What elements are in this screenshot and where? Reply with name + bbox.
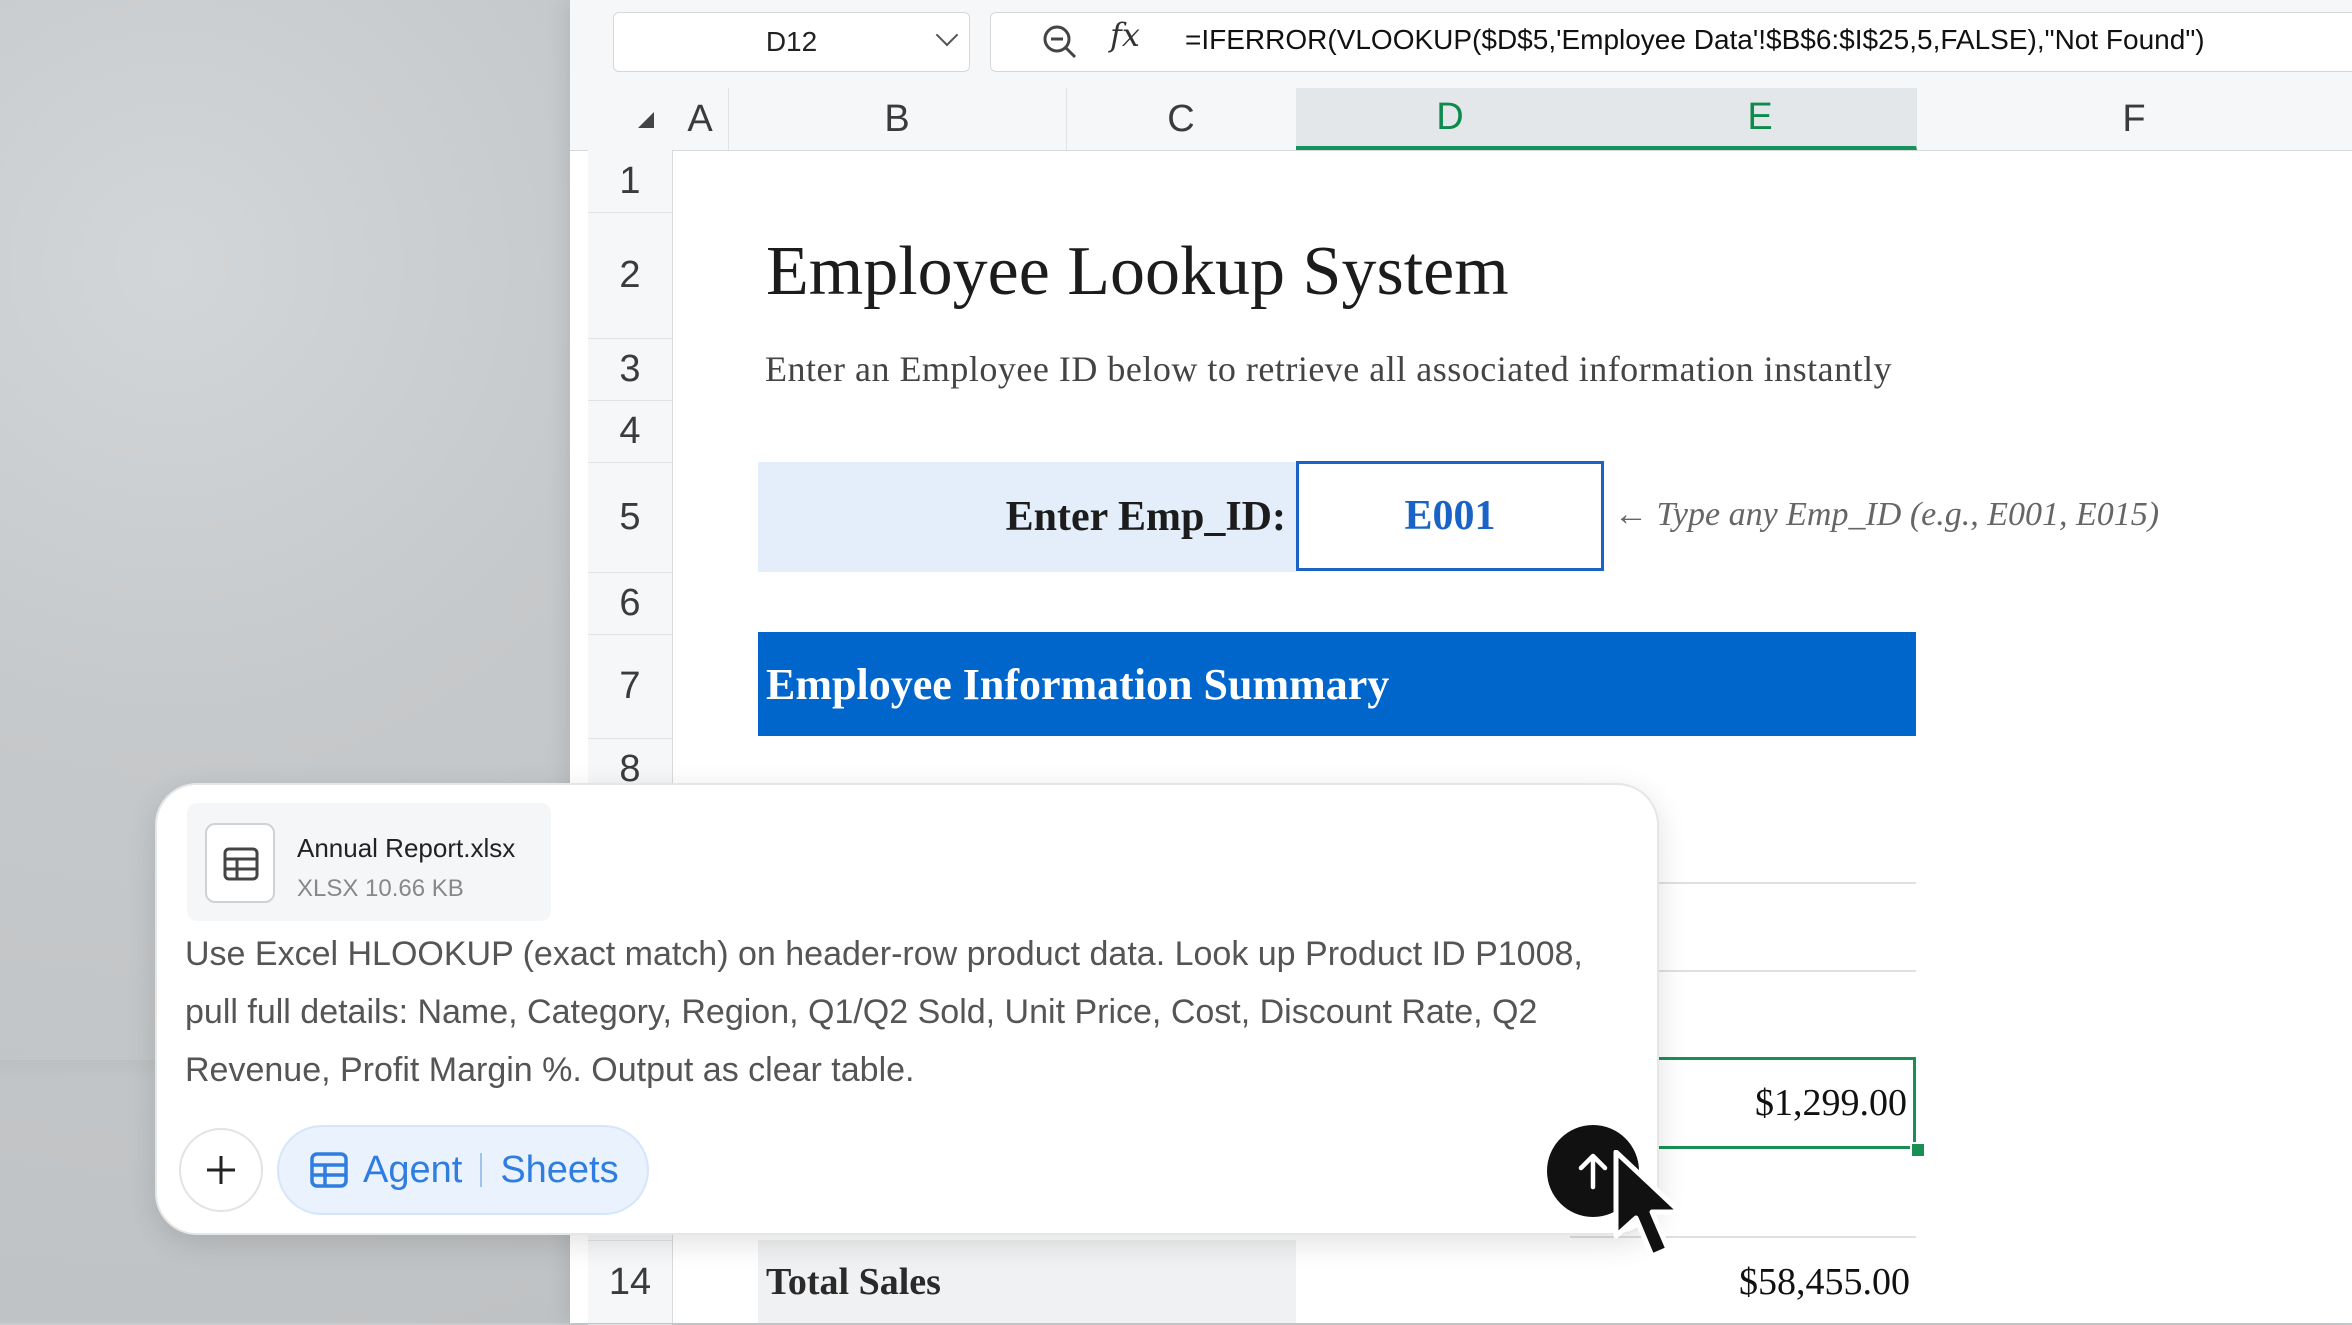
row-header-4[interactable]: 4 (588, 400, 672, 463)
plus-icon (207, 1156, 235, 1184)
row-header-6[interactable]: 6 (588, 572, 672, 635)
spreadsheet-file-icon (205, 823, 275, 903)
function-icon[interactable]: fx (1110, 16, 1140, 54)
attachment-name: Annual Report.xlsx (297, 833, 516, 863)
cell-reference: D12 (765, 26, 818, 57)
emp-id-hint[interactable]: ← Type any Emp_ID (e.g., E001, E015) (1614, 496, 2159, 534)
emp-id-label-cell[interactable]: Enter Emp_ID: (758, 462, 1296, 572)
agent-sheets-button[interactable]: Agent Sheets (277, 1125, 649, 1215)
arrow-up-icon (1578, 1153, 1608, 1190)
column-header-b[interactable]: B (728, 88, 1067, 150)
emp-id-input-cell[interactable]: E001 (1296, 461, 1604, 571)
name-box[interactable]: D12 (613, 12, 970, 72)
row-header-2[interactable]: 2 (588, 212, 672, 339)
prompt-text[interactable]: Use Excel HLOOKUP (exact match) on heade… (185, 925, 1605, 1099)
agent-label: Agent (363, 1148, 463, 1191)
chevron-down-icon[interactable] (935, 23, 959, 47)
sheets-label: Sheets (500, 1148, 619, 1191)
summary-header-cell[interactable]: Employee Information Summary (758, 632, 1916, 736)
column-header-a[interactable]: A (672, 88, 729, 150)
sheet-subtitle[interactable]: Enter an Employee ID below to retrieve a… (765, 348, 1892, 390)
mouse-cursor-icon (1613, 1150, 1683, 1259)
column-header-c[interactable]: C (1066, 88, 1297, 150)
row-header-7[interactable]: 7 (588, 634, 672, 739)
select-all-icon[interactable] (638, 112, 654, 128)
divider (480, 1153, 483, 1187)
attachment-meta: XLSX 10.66 KB (297, 875, 464, 902)
column-header-row: A B C D E F (570, 88, 2352, 151)
sheet-title[interactable]: Employee Lookup System (766, 232, 1509, 312)
formula-text[interactable]: =IFERROR(VLOOKUP($D$5,'Employee Data'!$B… (1185, 24, 2205, 56)
total-sales-label-cell[interactable]: Total Sales (758, 1240, 1296, 1323)
add-attachment-button[interactable] (179, 1128, 263, 1212)
zoom-icon[interactable] (1040, 22, 1080, 62)
row-header-1[interactable]: 1 (588, 150, 672, 213)
column-header-f[interactable]: F (1916, 88, 2352, 150)
row-header-3[interactable]: 3 (588, 338, 672, 401)
chat-composer: Annual Report.xlsx XLSX 10.66 KB Use Exc… (155, 783, 1659, 1235)
column-header-d[interactable]: D (1296, 88, 1605, 150)
column-header-e[interactable]: E (1604, 88, 1917, 150)
formula-bar: D12 fx =IFERROR(VLOOKUP($D$5,'Employee D… (570, 0, 2352, 89)
row-header-14[interactable]: 14 (588, 1240, 672, 1325)
row-header-5[interactable]: 5 (588, 462, 672, 573)
sheets-icon (310, 1152, 348, 1188)
fill-handle[interactable] (1910, 1142, 1926, 1158)
attachment-card[interactable]: Annual Report.xlsx XLSX 10.66 KB (187, 803, 551, 921)
